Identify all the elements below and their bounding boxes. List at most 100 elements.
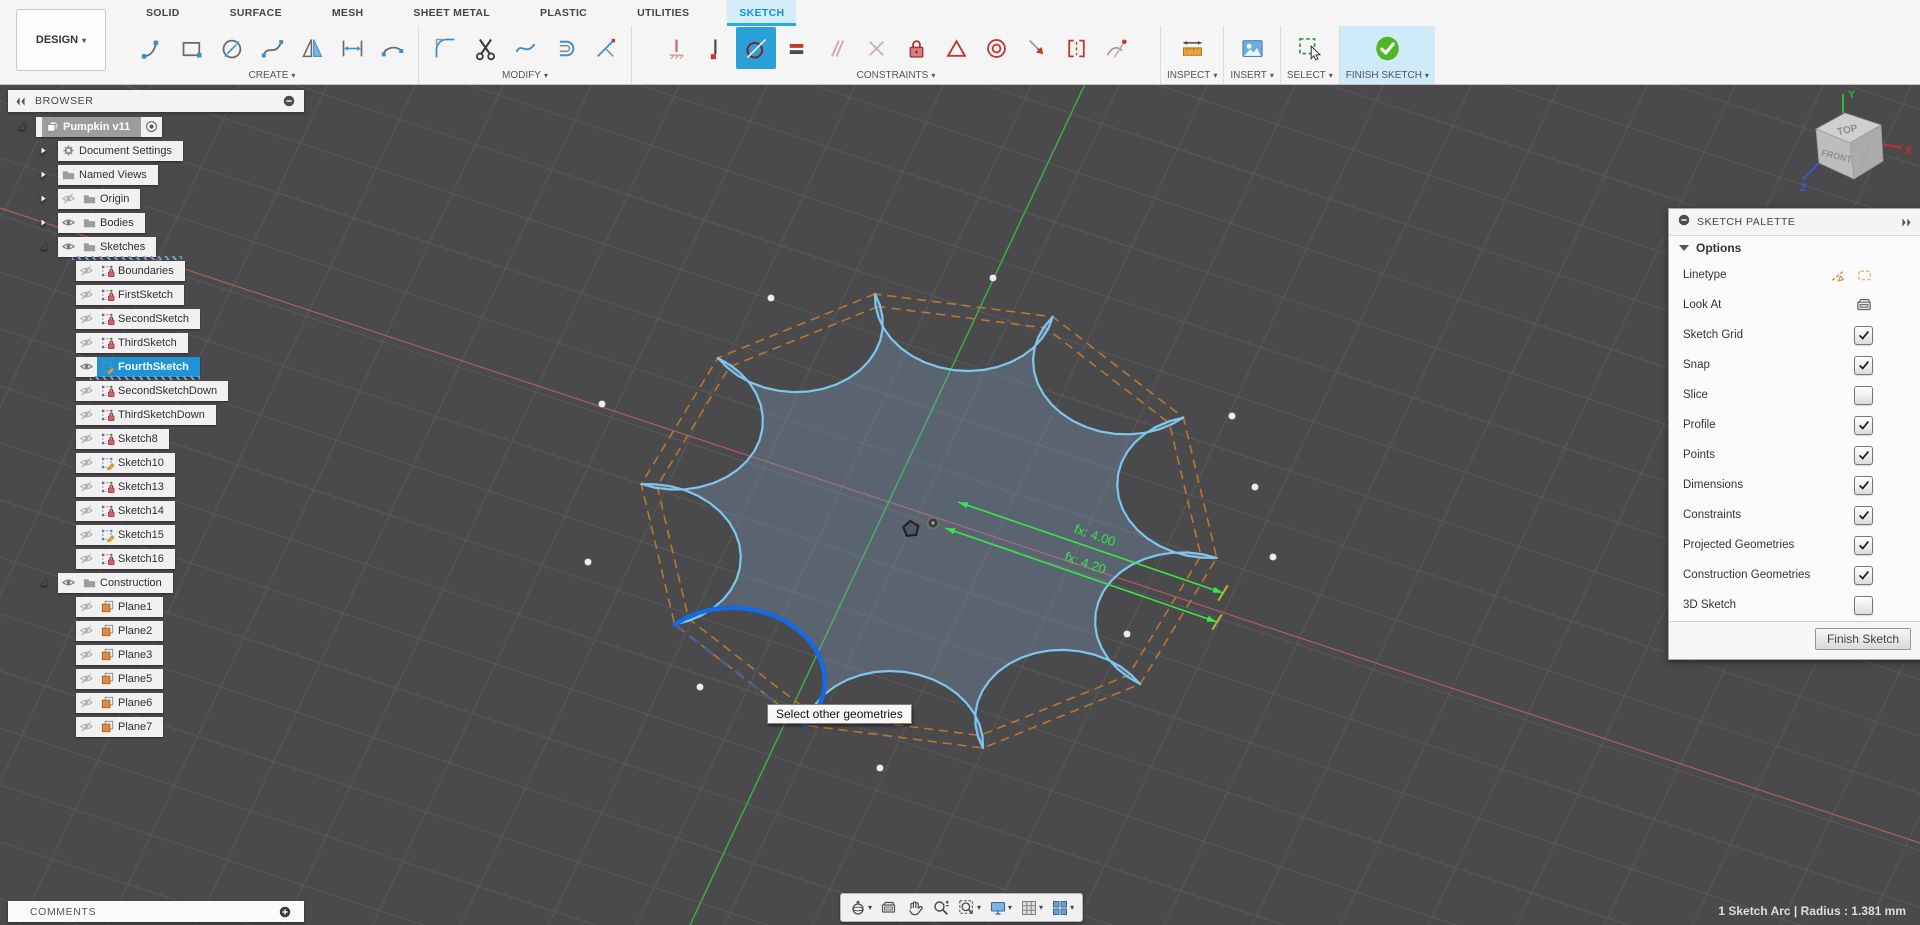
collapse-node-icon[interactable] [36,239,51,254]
spline-icon[interactable] [252,27,292,69]
tab-surface[interactable]: SURFACE [218,0,294,26]
tree-item-sketch16[interactable]: Sketch16 [76,548,175,569]
visibility-off-icon[interactable] [79,719,94,734]
workspace-switcher[interactable]: DESIGN ▾ [16,9,106,71]
tab-solid[interactable]: SOLID [134,0,192,26]
browser-collapse-icon[interactable] [14,95,27,108]
rectangle-icon[interactable] [172,27,212,69]
concentric-icon[interactable] [976,27,1016,69]
sketch-point[interactable] [696,683,704,691]
view-cube[interactable]: Y TOP FRONT RIGHT X Z [1796,86,1920,201]
visibility-off-icon[interactable] [79,335,94,350]
tree-item-secondsketchdown[interactable]: SecondSketchDown [76,380,229,401]
sketch-point[interactable] [767,294,775,302]
tab-mesh[interactable]: MESH [320,0,376,26]
visibility-off-icon[interactable] [61,191,76,206]
fit-button[interactable]: ▾ [955,895,984,920]
visibility-on-icon[interactable] [79,359,94,374]
coincident-icon[interactable] [656,27,696,69]
visibility-off-icon[interactable] [79,383,94,398]
tree-item-construction[interactable]: Construction [58,572,173,593]
sketch-point[interactable] [989,274,997,282]
extend-icon[interactable] [505,27,545,69]
visibility-on-icon[interactable] [61,215,76,230]
group-label-finish-sketch[interactable]: FINISH SKETCH ▾ [1346,70,1429,81]
symmetry-x-icon[interactable] [856,27,896,69]
circle-icon[interactable] [212,27,252,69]
group-label-inspect[interactable]: INSPECT ▾ [1167,70,1217,81]
grid-settings-button[interactable]: ▾ [1017,895,1046,920]
tree-item-thirdsketch[interactable]: ThirdSketch [76,332,188,353]
visibility-off-icon[interactable] [79,599,94,614]
tree-item-named-views[interactable]: Named Views [58,164,158,185]
sketch-point[interactable] [876,764,884,772]
checkbox-construction-geometries[interactable] [1854,565,1873,585]
tab-utilities[interactable]: UTILITIES [625,0,701,26]
palette-collapse-icon[interactable] [1900,216,1913,229]
visibility-off-icon[interactable] [79,551,94,566]
group-label-modify[interactable]: MODIFY ▾ [502,70,548,81]
tree-item-boundaries[interactable]: Boundaries [76,260,185,281]
visibility-off-icon[interactable] [79,695,94,710]
visibility-off-icon[interactable] [79,407,94,422]
equal-icon[interactable] [776,27,816,69]
tree-item-sketches[interactable]: Sketches [58,236,157,257]
visibility-off-icon[interactable] [79,623,94,638]
tree-item-plane6[interactable]: Plane6 [76,692,164,713]
parallel-icon[interactable] [816,27,856,69]
tree-item-bodies[interactable]: Bodies [58,212,145,233]
break-icon[interactable] [585,27,625,69]
visibility-off-icon[interactable] [79,647,94,662]
visibility-off-icon[interactable] [79,527,94,542]
collapse-node-icon[interactable] [36,575,51,590]
tree-item-sketch15[interactable]: Sketch15 [76,524,175,545]
linetype-construction-icon[interactable] [1829,267,1846,284]
fillet-icon[interactable] [425,27,465,69]
group-label-create[interactable]: CREATE ▾ [249,70,296,81]
sketch-point[interactable] [1269,553,1277,561]
checkbox-snap[interactable] [1854,355,1873,375]
orbit-button[interactable]: ▾ [846,895,875,920]
expand-node-icon[interactable] [36,191,51,206]
expand-node-icon[interactable] [36,167,51,182]
visibility-off-icon[interactable] [79,479,94,494]
group-label-select[interactable]: SELECT ▾ [1287,70,1333,81]
expand-node-icon[interactable] [36,215,51,230]
viewports-button[interactable]: ▾ [1048,895,1077,920]
collapse-node-icon[interactable] [14,119,29,134]
group-label-constraints[interactable]: CONSTRAINTS ▾ [857,70,936,81]
group-label-insert[interactable]: INSERT ▾ [1230,70,1274,81]
tree-item-firstsketch[interactable]: FirstSketch [76,284,185,305]
tree-item-sketch10[interactable]: Sketch10 [76,452,175,473]
curvature-icon[interactable] [1096,27,1136,69]
tree-item-plane2[interactable]: Plane2 [76,620,164,641]
midpoint-icon[interactable] [936,27,976,69]
tree-item-plane3[interactable]: Plane3 [76,644,164,665]
zoom-button[interactable] [929,895,953,920]
tab-plastic[interactable]: PLASTIC [528,0,599,26]
visibility-off-icon[interactable] [79,311,94,326]
display-settings-button[interactable]: ▾ [986,895,1015,920]
linetype-projection-icon[interactable] [1856,267,1873,284]
tree-item-sketch14[interactable]: Sketch14 [76,500,175,521]
tab-sheet-metal[interactable]: SHEET METAL [401,0,502,26]
select-box-icon[interactable] [1290,27,1330,69]
collinear-icon[interactable] [696,27,736,69]
visibility-on-icon[interactable] [61,239,76,254]
tangent-icon[interactable] [736,27,776,69]
tree-item-fourthsketch[interactable]: FourthSketch [76,356,200,377]
tree-item-sketch8[interactable]: Sketch8 [76,428,169,449]
checkbox-sketch-grid[interactable] [1854,325,1873,345]
snap-arrow-icon[interactable] [1016,27,1056,69]
offset-icon[interactable] [545,27,585,69]
add-comment-icon[interactable] [278,905,292,919]
options-section-header[interactable]: Options [1669,236,1920,260]
checkbox-points[interactable] [1854,445,1873,465]
tree-item-plane1[interactable]: Plane1 [76,596,164,617]
dimension-icon[interactable] [332,27,372,69]
look-at-icon[interactable] [1855,296,1873,314]
checkbox-slice[interactable] [1854,385,1873,405]
checkbox-dimensions[interactable] [1854,475,1873,495]
sketch-point[interactable] [584,558,592,566]
sketch-point[interactable] [598,400,606,408]
